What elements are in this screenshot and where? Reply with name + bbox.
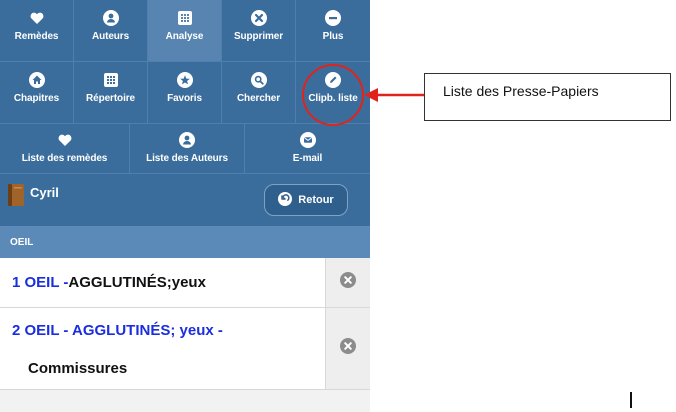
list-item[interactable]: 1 OEIL -AGGLUTINÉS;yeux xyxy=(0,258,370,308)
grid-icon xyxy=(177,10,193,26)
entry-text: 1 OEIL -AGGLUTINÉS;yeux xyxy=(12,274,206,291)
favoris-label: Favoris xyxy=(167,93,202,104)
email-label: E-mail xyxy=(292,153,323,164)
list-footer xyxy=(0,390,370,412)
heart-icon xyxy=(29,10,45,26)
liste-remedes-label: Liste des remèdes xyxy=(21,153,108,164)
remedes-button[interactable]: Remèdes xyxy=(0,0,74,62)
plus-button[interactable]: Plus xyxy=(296,0,370,62)
remedes-label: Remèdes xyxy=(14,31,59,42)
repertoire-button[interactable]: Répertoire xyxy=(74,62,148,124)
minus-circle-icon xyxy=(325,10,341,26)
callout-box: Liste des Presse-Papiers xyxy=(424,73,671,121)
close-circle-icon xyxy=(340,338,356,359)
email-button[interactable]: E-mail xyxy=(245,124,370,174)
entry-line-1: 2 OEIL - AGGLUTINÉS; yeux - xyxy=(12,322,223,339)
toolbar-row-1: Remèdes Auteurs Analyse Supprimer Plus xyxy=(0,0,370,62)
close-circle-icon xyxy=(250,10,267,26)
list-item[interactable]: 2 OEIL - AGGLUTINÉS; yeux - Commissures xyxy=(0,308,370,390)
callout-arrow xyxy=(364,88,426,102)
auteurs-button[interactable]: Auteurs xyxy=(74,0,148,62)
plus-label: Plus xyxy=(322,31,344,42)
person-icon xyxy=(102,10,119,26)
favoris-button[interactable]: Favoris xyxy=(148,62,222,124)
close-circle-icon xyxy=(340,272,356,293)
grid-icon xyxy=(103,72,119,88)
highlight-circle xyxy=(302,64,364,126)
toolbar-row-3: Liste des remèdes Liste des Auteurs E-ma… xyxy=(0,124,370,174)
delete-button[interactable] xyxy=(325,308,370,389)
app-screen: Remèdes Auteurs Analyse Supprimer Plus C… xyxy=(0,0,370,412)
back-label: Retour xyxy=(298,194,334,206)
heart-icon xyxy=(57,132,73,148)
home-icon xyxy=(28,72,45,88)
analyse-label: Analyse xyxy=(165,31,204,42)
page-title: Cyril xyxy=(30,185,59,200)
person-icon xyxy=(179,132,195,148)
section-header: OEIL xyxy=(0,226,370,258)
delete-button[interactable] xyxy=(325,258,370,307)
auteurs-label: Auteurs xyxy=(91,31,130,42)
supprimer-button[interactable]: Supprimer xyxy=(222,0,296,62)
chercher-button[interactable]: Chercher xyxy=(222,62,296,124)
back-button[interactable]: Retour xyxy=(264,184,348,216)
star-icon xyxy=(176,72,193,88)
entry-prefix: 1 OEIL - xyxy=(12,274,69,291)
chapitres-label: Chapitres xyxy=(13,93,60,104)
liste-auteurs-button[interactable]: Liste des Auteurs xyxy=(130,124,245,174)
entry-line-2: Commissures xyxy=(28,360,128,377)
repertoire-label: Répertoire xyxy=(85,93,135,104)
analyse-button[interactable]: Analyse xyxy=(148,0,222,62)
chapitres-button[interactable]: Chapitres xyxy=(0,62,74,124)
text-cursor xyxy=(630,392,632,408)
search-icon xyxy=(250,72,267,88)
chercher-label: Chercher xyxy=(236,93,281,104)
mail-icon xyxy=(299,132,316,148)
supprimer-label: Supprimer xyxy=(233,31,284,42)
liste-auteurs-label: Liste des Auteurs xyxy=(146,153,228,164)
book-icon xyxy=(8,184,24,206)
liste-remedes-button[interactable]: Liste des remèdes xyxy=(0,124,130,174)
entry-rest: AGGLUTINÉS;yeux xyxy=(68,274,206,291)
back-arrow-icon xyxy=(278,191,293,209)
